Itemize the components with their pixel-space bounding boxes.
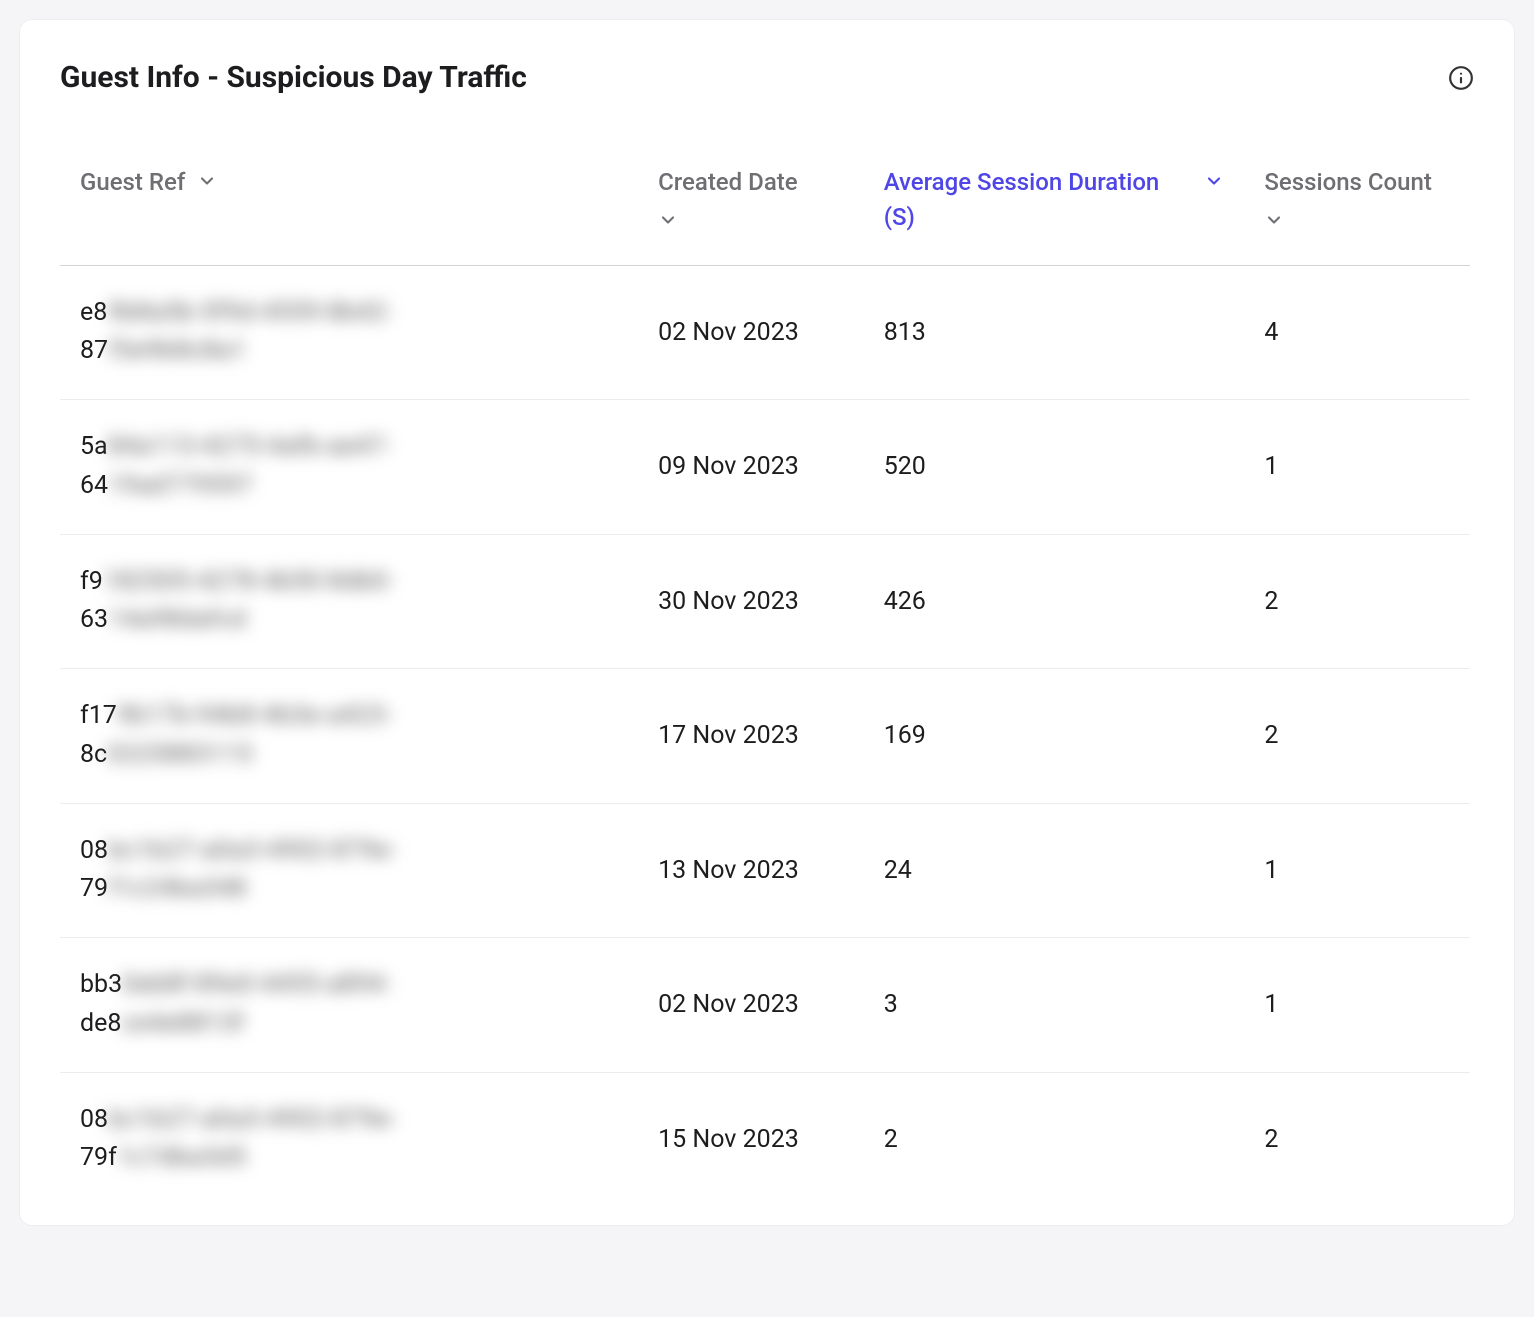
- sessions-count-cell: 2: [1244, 1072, 1470, 1185]
- sessions-count-cell: 2: [1244, 669, 1470, 804]
- column-header-sessions_count[interactable]: Sessions Count: [1244, 155, 1470, 265]
- created-date-cell: 15 Nov 2023: [638, 1072, 864, 1185]
- avg-session-cell: 520: [864, 400, 1245, 535]
- column-header-avg_session[interactable]: Average Session Duration (S): [864, 155, 1245, 265]
- sessions-count-cell: 1: [1244, 803, 1470, 938]
- guest-ref-masked: ce4e8813f: [121, 1009, 244, 1038]
- guest-ref-masked: bc1b27-a0a3-4902-879e-: [108, 1105, 397, 1134]
- guest-ref-cell: 08bc1b27-a0a3-4902-879e-79f1c24ba348: [60, 803, 638, 938]
- card-title: Guest Info - Suspicious Day Traffic: [60, 60, 527, 95]
- avg-session-cell: 3: [864, 938, 1245, 1073]
- guest-ref-prefix: bb3: [80, 970, 122, 999]
- guest-ref-prefix: e8: [80, 298, 107, 327]
- guest-ref-prefix: de8: [80, 1009, 121, 1038]
- guest-ref-masked: 0eb8f-89e0-4455-a894-: [122, 970, 392, 999]
- created-date-cell: 09 Nov 2023: [638, 400, 864, 535]
- table-row[interactable]: bb30eb8f-89e0-4455-a894-de8ce4e8813f02 N…: [60, 938, 1470, 1073]
- guest-ref-cell: e89b8a5b-5f9d-4559-8b42- 87f3e9b8c8a1: [60, 265, 638, 400]
- guest-ref-cell: 5a84a113-4275-4afb-ae47-6419ad779597: [60, 400, 638, 535]
- guest-ref-cell: 08bc1b27-a0a3-4902-879e- 79f1c7dba3d5: [60, 1072, 638, 1185]
- sessions-count-cell: 2: [1244, 534, 1470, 669]
- chevron-down-icon: [658, 210, 678, 230]
- guest-ref-masked: 14a98dafcd: [108, 605, 246, 634]
- guest-ref-masked: f1c24ba348: [108, 874, 247, 903]
- table-row[interactable]: f179b17b-94b8-4b3e-a423- 8c0225883115 17 N…: [60, 669, 1470, 804]
- guest-ref-prefix: 08: [80, 1105, 108, 1134]
- chevron-down-icon: [197, 171, 217, 191]
- column-header-guest_ref[interactable]: Guest Ref: [60, 155, 638, 265]
- guest-ref-cell: f179b17b-94b8-4b3e-a423- 8c0225883115: [60, 669, 638, 804]
- guest-ref-prefix: 63: [80, 605, 108, 634]
- column-label: Average Session Duration (S): [884, 165, 1193, 235]
- guest-ref-prefix: 79f: [80, 1143, 117, 1172]
- guest-ref-cell: bb30eb8f-89e0-4455-a894-de8ce4e8813f: [60, 938, 638, 1073]
- column-label: Created Date: [658, 168, 798, 196]
- guest-ref-prefix: 79: [80, 874, 108, 903]
- guest-ref-masked: f3e9b8c8a1: [108, 336, 246, 365]
- sessions-count-cell: 1: [1244, 400, 1470, 535]
- column-label: Sessions Count: [1264, 168, 1431, 196]
- table-row[interactable]: 08bc1b27-a0a3-4902-879e- 79f1c7dba3d5 15 N…: [60, 1072, 1470, 1185]
- guest-ref-masked: 19ad779597: [108, 471, 253, 500]
- column-label: Guest Ref: [80, 165, 185, 200]
- table-row[interactable]: e89b8a5b-5f9d-4559-8b42- 87f3e9b8c8a1 02 N…: [60, 265, 1470, 400]
- guest-ref-prefix: f17: [80, 701, 117, 730]
- guest-ref-masked: 1c7dba3d5: [117, 1143, 247, 1172]
- report-card: Guest Info - Suspicious Day Traffic Gues…: [20, 20, 1514, 1225]
- guest-info-table: Guest Ref Created Date Average Session Dur…: [60, 155, 1470, 1185]
- avg-session-cell: 2: [864, 1072, 1245, 1185]
- table-row[interactable]: 08bc1b27-a0a3-4902-879e-79f1c24ba34813 N…: [60, 803, 1470, 938]
- guest-ref-prefix: 5a: [80, 432, 108, 461]
- created-date-cell: 13 Nov 2023: [638, 803, 864, 938]
- guest-ref-prefix: 08: [80, 836, 108, 865]
- chevron-down-icon: [1264, 210, 1284, 230]
- guest-ref-masked: 0225883115: [107, 740, 253, 769]
- guest-ref-prefix: f9: [80, 567, 103, 596]
- avg-session-cell: 426: [864, 534, 1245, 669]
- created-date-cell: 02 Nov 2023: [638, 265, 864, 400]
- card-header: Guest Info - Suspicious Day Traffic: [60, 60, 1474, 95]
- table-row[interactable]: f9182505-4278-4b50-8db0- 6314a98dafcd 30 N…: [60, 534, 1470, 669]
- info-icon[interactable]: [1448, 65, 1474, 91]
- guest-ref-masked: bc1b27-a0a3-4902-879e-: [108, 836, 397, 865]
- table-scroll-area[interactable]: Guest Ref Created Date Average Session Dur…: [60, 155, 1474, 1185]
- sessions-count-cell: 4: [1244, 265, 1470, 400]
- guest-ref-masked: 9b17b-94b8-4b3e-a423-: [117, 701, 393, 730]
- guest-ref-masked: 9b8a5b-5f9d-4559-8b42-: [107, 298, 393, 327]
- created-date-cell: 30 Nov 2023: [638, 534, 864, 669]
- created-date-cell: 02 Nov 2023: [638, 938, 864, 1073]
- guest-ref-cell: f9182505-4278-4b50-8db0- 6314a98dafcd: [60, 534, 638, 669]
- column-header-created_date[interactable]: Created Date: [638, 155, 864, 265]
- guest-ref-prefix: 64: [80, 471, 108, 500]
- created-date-cell: 17 Nov 2023: [638, 669, 864, 804]
- guest-ref-prefix: 87: [80, 336, 108, 365]
- avg-session-cell: 169: [864, 669, 1245, 804]
- table-row[interactable]: 5a84a113-4275-4afb-ae47-6419ad77959709 N…: [60, 400, 1470, 535]
- guest-ref-masked: 182505-4278-4b50-8db0-: [103, 567, 395, 596]
- sessions-count-cell: 1: [1244, 938, 1470, 1073]
- chevron-down-icon: [1204, 171, 1224, 191]
- avg-session-cell: 813: [864, 265, 1245, 400]
- guest-ref-prefix: 8c: [80, 740, 107, 769]
- avg-session-cell: 24: [864, 803, 1245, 938]
- guest-ref-masked: 84a113-4275-4afb-ae47-: [108, 432, 392, 461]
